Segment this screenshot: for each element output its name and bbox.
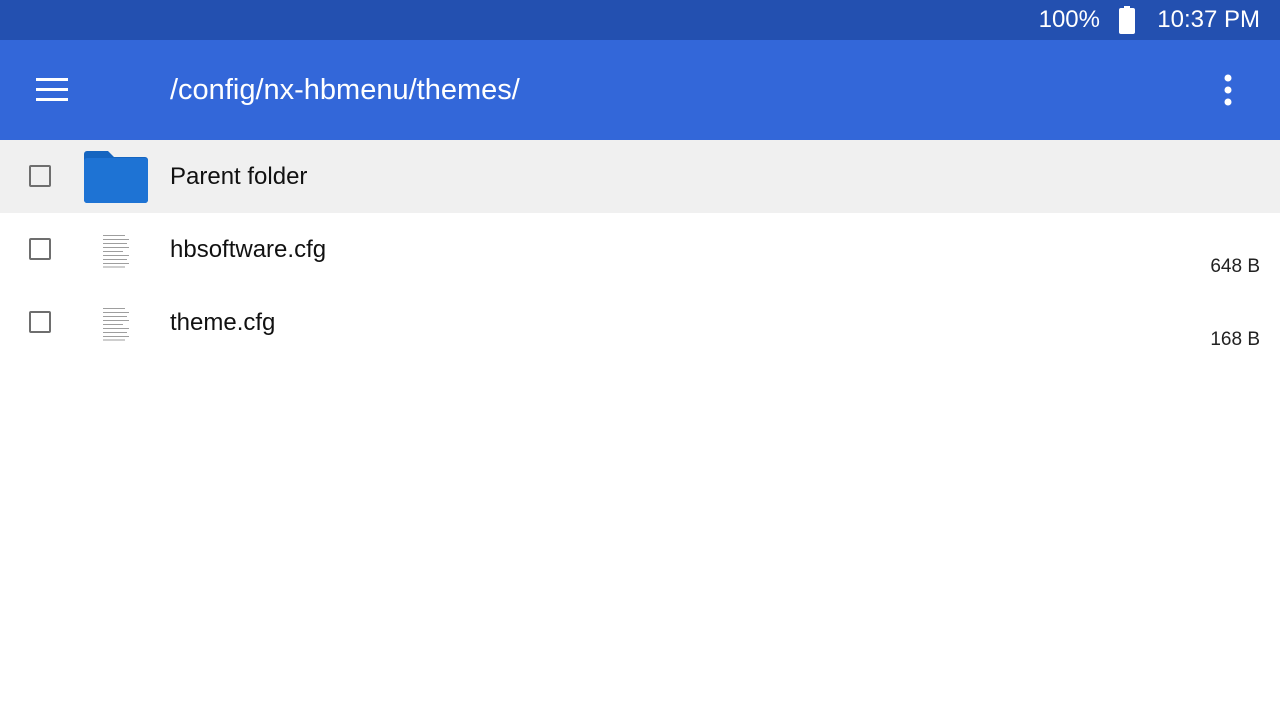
file-row[interactable]: hbsoftware.cfg 648 B [0,213,1280,286]
hamburger-menu-icon [36,78,68,101]
battery-full-icon [1119,6,1135,34]
clock: 10:37 PM [1157,6,1260,33]
file-checkbox[interactable] [29,238,51,260]
file-row[interactable]: theme.cfg 168 B [0,286,1280,359]
file-name: hbsoftware.cfg [170,236,327,263]
file-size: 168 B [1210,329,1260,350]
file-list: Parent folder hbsoftware.cfg 648 B theme… [0,140,1280,359]
path-title: /config/nx-hbmenu/themes/ [170,74,520,106]
status-bar: 100% 10:37 PM [0,0,1280,40]
overflow-menu-button[interactable] [1204,66,1252,114]
folder-icon [84,151,148,208]
file-name: theme.cfg [170,309,276,336]
parent-folder-row[interactable]: Parent folder [0,140,1280,213]
file-size: 648 B [1210,256,1260,277]
parent-folder-label: Parent folder [170,163,308,190]
menu-button[interactable] [24,66,80,114]
battery-percent: 100% [1038,6,1100,33]
app-bar: /config/nx-hbmenu/themes/ [0,40,1280,140]
parent-folder-checkbox[interactable] [29,165,51,187]
file-checkbox[interactable] [29,311,51,333]
document-icon [103,307,131,346]
document-icon [103,234,131,273]
more-vert-icon [1224,74,1232,106]
